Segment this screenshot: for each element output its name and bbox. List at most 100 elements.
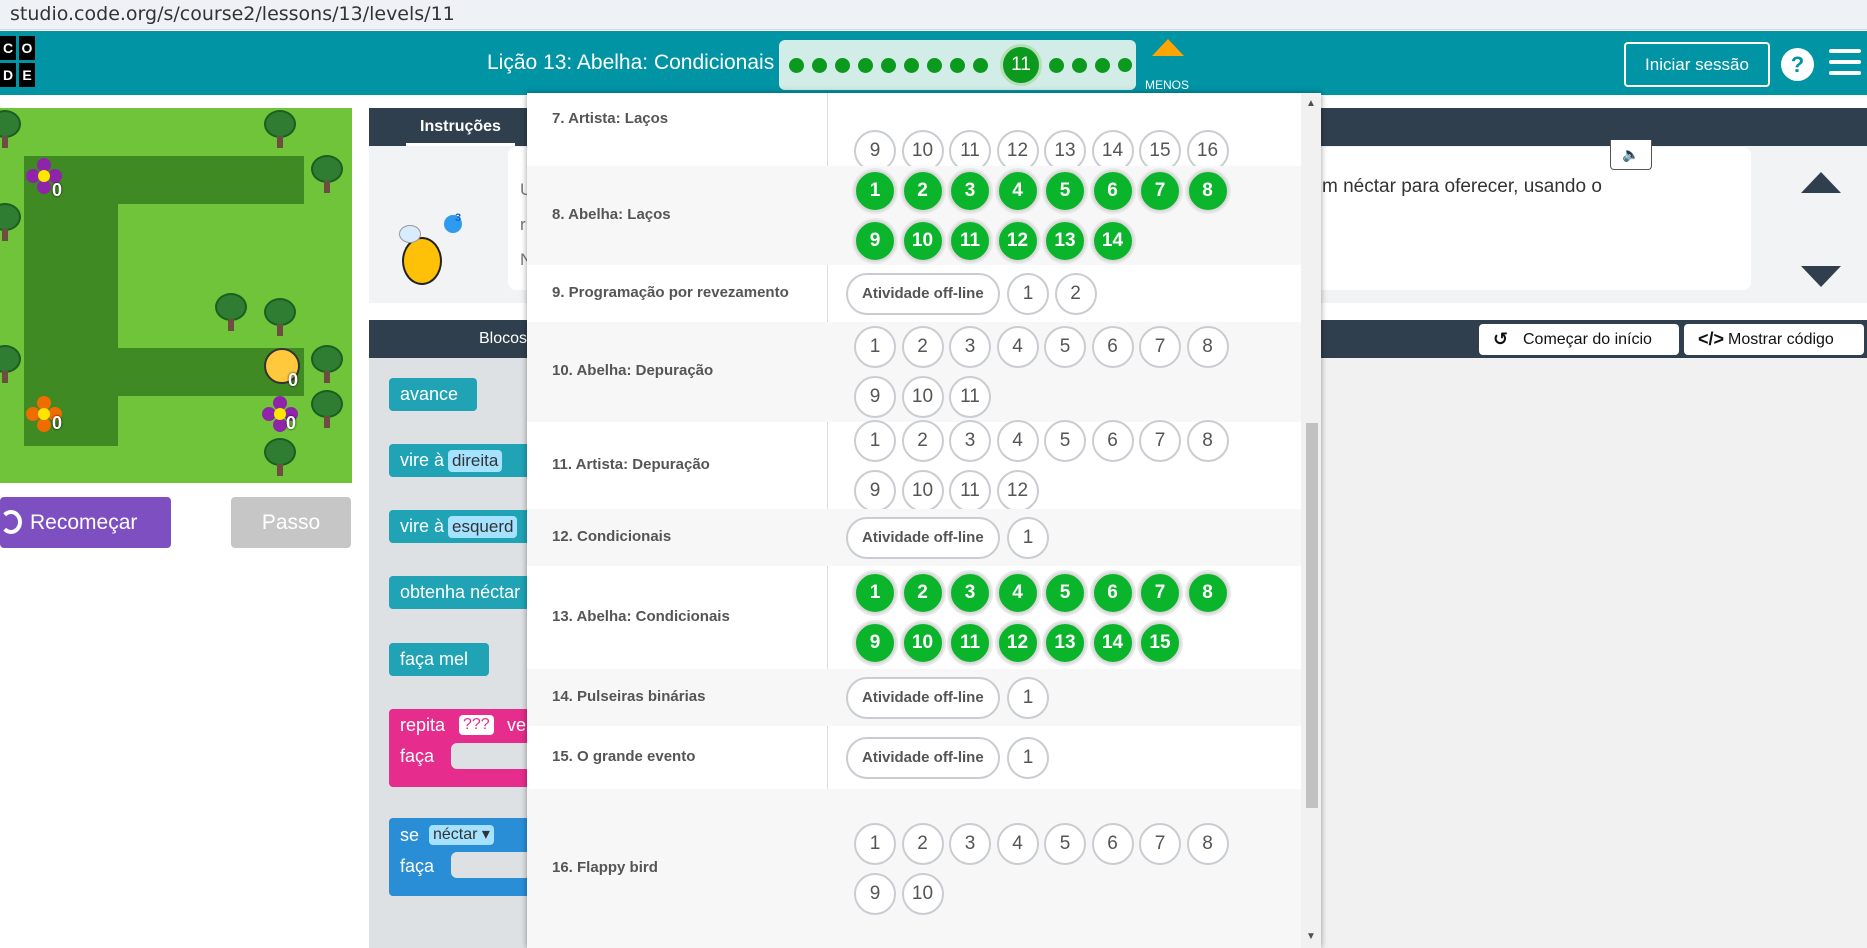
level-dot[interactable] [1095,58,1110,73]
level-bubble[interactable]: 12 [996,621,1039,664]
level-bubble[interactable]: 4 [996,571,1039,614]
level-bubble[interactable]: 9 [854,219,896,262]
level-bubble[interactable]: 10 [901,219,944,262]
level-bubble[interactable]: 11 [949,219,991,262]
browser-url-bar[interactable]: studio.code.org/s/course2/lessons/13/lev… [0,0,1867,30]
level-bubble[interactable]: 1 [1007,272,1049,315]
level-bubble[interactable]: 10 [901,872,944,915]
level-bubble[interactable]: 5 [1044,326,1086,368]
scroll-down-arrow-icon[interactable]: ▼ [1306,931,1316,942]
level-bubble[interactable]: 8 [1186,419,1229,462]
lesson-name[interactable]: 15. O grande evento [552,748,695,765]
restart-button[interactable]: Recomeçar [0,497,171,548]
level-bubble[interactable]: 14 [1091,621,1134,664]
lesson-name[interactable]: 7. Artista: Laços [552,110,668,127]
level-dot[interactable] [858,58,873,73]
level-dot[interactable] [950,58,965,73]
less-toggle[interactable]: MENOS [1140,35,1196,92]
level-bubble[interactable]: 7 [1139,822,1181,865]
direction-dropdown[interactable]: esquerd [448,516,518,538]
offline-activity-badge[interactable]: Atividade off-line [846,736,1000,779]
level-bubble[interactable]: 5 [1044,822,1086,865]
level-bubble[interactable]: 2 [901,169,944,212]
level-bubble[interactable]: 2 [901,419,944,462]
level-dot[interactable] [927,58,942,73]
level-bubble[interactable]: 8 [1186,326,1229,368]
level-bubble[interactable]: 3 [949,419,991,462]
level-bubble[interactable]: 1 [854,419,896,462]
lesson-name[interactable]: 12. Condicionais [552,528,671,545]
level-bubble[interactable]: 13 [1044,621,1086,664]
level-bubble[interactable]: 1 [1007,676,1049,719]
block-repeat[interactable]: repita ??? ve faça [389,709,551,787]
lesson-name[interactable]: 13. Abelha: Condicionais [552,608,730,625]
lesson-name[interactable]: 14. Pulseiras binárias [552,688,705,705]
level-dot[interactable] [904,58,919,73]
block-get-nectar[interactable]: obtenha néctar [389,576,539,609]
level-bubble[interactable]: 8 [1186,571,1229,614]
block-make-honey[interactable]: faça mel [389,643,489,676]
level-bubble[interactable]: 14 [1091,219,1134,262]
level-bubble[interactable]: 12 [996,219,1039,262]
level-bubble[interactable]: 1 [854,326,896,368]
scroll-down-icon[interactable] [1801,266,1841,287]
level-bubble[interactable]: 1 [854,822,896,865]
level-bubble[interactable]: 2 [901,326,944,368]
level-bubble[interactable]: 3 [949,326,991,368]
level-bubble[interactable]: 13 [1044,219,1086,262]
level-bubble[interactable]: 9 [854,376,896,418]
lesson-name[interactable]: 9. Programação por revezamento [552,284,789,301]
help-button[interactable]: ? [1781,48,1814,81]
level-bubble[interactable]: 2 [901,571,944,614]
lesson-name[interactable]: 11. Artista: Depuração [552,456,710,473]
level-bubble[interactable]: 11 [949,376,991,418]
block-turn-left[interactable]: vire à esquerd [389,510,539,543]
level-bubble[interactable]: 7 [1139,419,1181,462]
level-bubble[interactable]: 7 [1139,169,1181,212]
level-bubble[interactable]: 10 [901,376,944,418]
level-bubble[interactable]: 6 [1091,822,1134,865]
lightbulb-hint-icon[interactable]: 3 [441,212,463,241]
repeat-count-field[interactable]: ??? [459,715,494,735]
condition-dropdown[interactable]: néctar ▾ [429,825,494,845]
step-button[interactable]: Passo [231,497,351,548]
level-bubble[interactable]: 6 [1091,326,1134,368]
level-dot[interactable] [1072,58,1087,73]
level-bubble[interactable]: 1 [1007,516,1049,559]
level-bubble[interactable]: 8 [1186,822,1229,865]
hamburger-menu-icon[interactable] [1829,49,1861,77]
level-bubble[interactable]: 7 [1139,326,1181,368]
level-bubble[interactable]: 5 [1044,571,1086,614]
level-bubble[interactable]: 3 [949,571,991,614]
block-move-forward[interactable]: avance [389,378,477,411]
lesson-name[interactable]: 16. Flappy bird [552,859,658,876]
block-turn-right[interactable]: vire à direita [389,444,539,477]
level-bubble[interactable]: 9 [854,469,896,512]
level-bubble[interactable]: 4 [996,169,1039,212]
level-bubble[interactable]: 3 [949,169,991,212]
level-bubble[interactable]: 6 [1091,571,1134,614]
lesson-title[interactable]: Lição 13: Abelha: Condicionais [487,51,774,75]
offline-activity-badge[interactable]: Atividade off-line [846,272,1000,315]
level-dot[interactable] [1118,58,1132,72]
level-dot[interactable] [1049,58,1064,73]
level-bubble[interactable]: 4 [996,326,1039,368]
speaker-icon[interactable]: 🔈 [1610,140,1652,170]
scroll-up-arrow-icon[interactable]: ▲ [1306,98,1316,109]
level-bubble[interactable]: 1 [854,169,896,212]
level-bubble[interactable]: 7 [1139,571,1181,614]
lesson-name[interactable]: 8. Abelha: Laços [552,206,671,223]
show-code-button[interactable]: </> Mostrar código [1684,324,1864,355]
level-bubble[interactable]: 4 [996,419,1039,462]
level-dot[interactable] [973,58,988,73]
level-bubble[interactable]: 5 [1044,419,1086,462]
offline-activity-badge[interactable]: Atividade off-line [846,516,1000,559]
level-dot[interactable] [881,58,896,73]
level-bubble[interactable]: 12 [996,469,1039,512]
level-bubble[interactable]: 1 [1007,736,1049,779]
dropdown-scrollbar[interactable]: ▲ ▼ [1301,93,1321,948]
level-bubble[interactable]: 15 [1139,621,1181,664]
scroll-up-icon[interactable] [1801,172,1841,193]
tab-instructions[interactable]: Instruções [406,108,515,146]
offline-activity-badge[interactable]: Atividade off-line [846,676,1000,719]
